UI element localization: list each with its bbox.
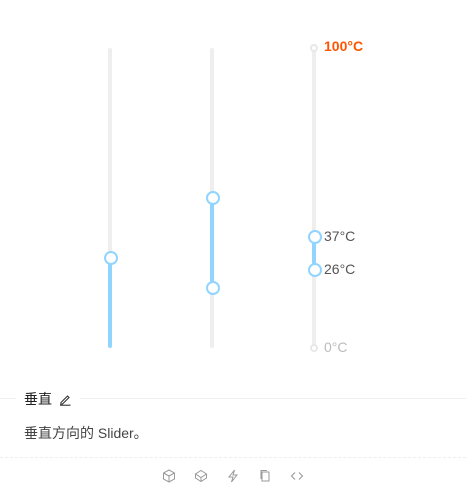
slider-3-start-handle[interactable] <box>308 230 322 244</box>
copy-icon[interactable] <box>257 468 273 484</box>
dashed-divider <box>0 457 466 458</box>
slider-3-dot-0 <box>310 344 318 352</box>
section-title: 垂直 <box>16 390 80 408</box>
section-title-text: 垂直 <box>24 391 52 407</box>
slider-3-end-handle[interactable] <box>308 263 322 277</box>
slider-2-end-handle[interactable] <box>206 281 220 295</box>
mark-26[interactable]: 26°C <box>324 261 355 277</box>
section-description: 垂直方向的 Slider。 <box>24 425 148 441</box>
codepen-icon[interactable] <box>193 468 209 484</box>
thunderbolt-icon[interactable] <box>225 468 241 484</box>
code-icon[interactable] <box>289 468 305 484</box>
slider-1-handle[interactable] <box>104 251 118 265</box>
code-toolbar <box>0 468 466 488</box>
codesandbox-icon[interactable] <box>161 468 177 484</box>
edit-icon[interactable] <box>58 392 72 406</box>
mark-0[interactable]: 0°C <box>324 339 348 355</box>
slider-1-fill <box>108 258 112 348</box>
mark-37[interactable]: 37°C <box>324 228 355 244</box>
slider-2-start-handle[interactable] <box>206 191 220 205</box>
vertical-slider-demo: 100°C 37°C 26°C 0°C <box>0 0 466 385</box>
mark-100[interactable]: 100°C <box>324 38 363 54</box>
slider-3-track[interactable] <box>312 48 316 348</box>
slider-3-dot-100 <box>310 44 318 52</box>
slider-2-fill <box>210 198 214 288</box>
